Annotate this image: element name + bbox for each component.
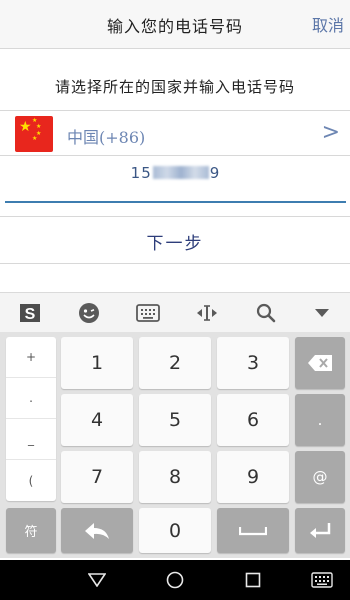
backspace-icon: [308, 355, 332, 371]
blurred-digits: [152, 166, 209, 179]
space-bar-icon: [239, 526, 267, 535]
keyboard-toolbar: S: [0, 292, 350, 332]
side-key-dot[interactable]: .: [6, 378, 56, 419]
undo-arrow-icon: [85, 522, 109, 539]
enter-arrow-icon: [310, 522, 331, 538]
instruction-text: 请选择所在的国家并输入电话号码: [54, 78, 295, 96]
numeric-keyboard: + . _ ( 1 2 3 4 5 6 7 8 9 . @ 符 0: [0, 332, 350, 558]
symbol-key[interactable]: 符: [6, 508, 56, 553]
key-6[interactable]: 6: [217, 394, 289, 446]
enter-key[interactable]: [295, 508, 345, 553]
header-bar: 输入您的电话号码 取消: [0, 0, 350, 49]
key-8[interactable]: 8: [139, 451, 211, 503]
keyboard-icon[interactable]: [135, 301, 161, 325]
sogou-logo-icon[interactable]: S: [16, 301, 44, 325]
search-icon[interactable]: [254, 301, 278, 325]
chevron-right-icon: >: [321, 120, 340, 145]
side-key-underscore[interactable]: _: [6, 419, 56, 460]
phone-prefix: 15: [130, 164, 152, 182]
keyboard-switch-icon[interactable]: [310, 570, 334, 590]
svg-text:S: S: [25, 306, 36, 323]
key-9[interactable]: 9: [217, 451, 289, 503]
key-at[interactable]: @: [295, 451, 345, 503]
phone-suffix: 9: [209, 164, 221, 182]
home-nav-icon[interactable]: [164, 570, 186, 590]
phone-number-field[interactable]: 15 9: [5, 160, 346, 203]
key-4[interactable]: 4: [61, 394, 133, 446]
phone-number-input[interactable]: 15 9: [5, 160, 346, 201]
cancel-button[interactable]: 取消: [312, 12, 344, 36]
symbol-side-column: + . _ (: [6, 337, 56, 501]
country-name: 中国(+86): [67, 128, 146, 147]
country-selector[interactable]: ★ ★ ★ ★ ★ 中国(+86) >: [0, 110, 350, 156]
emoji-icon[interactable]: [76, 301, 102, 325]
page-title: 输入您的电话号码: [106, 17, 243, 36]
return-back-key[interactable]: [61, 508, 133, 553]
key-2[interactable]: 2: [139, 337, 211, 389]
recents-nav-icon[interactable]: [242, 570, 264, 590]
collapse-down-icon[interactable]: [310, 301, 334, 325]
space-key[interactable]: [217, 508, 289, 553]
back-nav-icon[interactable]: [86, 570, 108, 590]
system-navigation-bar: [0, 560, 350, 600]
cursor-move-icon[interactable]: [194, 301, 220, 325]
key-0[interactable]: 0: [139, 508, 211, 553]
key-5[interactable]: 5: [139, 394, 211, 446]
key-3[interactable]: 3: [217, 337, 289, 389]
side-key-plus[interactable]: +: [6, 337, 56, 378]
next-step-row[interactable]: 下一步: [0, 216, 350, 264]
key-1[interactable]: 1: [61, 337, 133, 389]
side-key-paren[interactable]: (: [6, 460, 56, 501]
key-dot[interactable]: .: [295, 394, 345, 446]
next-step-button[interactable]: 下一步: [0, 229, 350, 254]
key-7[interactable]: 7: [61, 451, 133, 503]
backspace-key[interactable]: [295, 337, 345, 389]
china-flag-icon: ★ ★ ★ ★ ★: [15, 116, 53, 152]
